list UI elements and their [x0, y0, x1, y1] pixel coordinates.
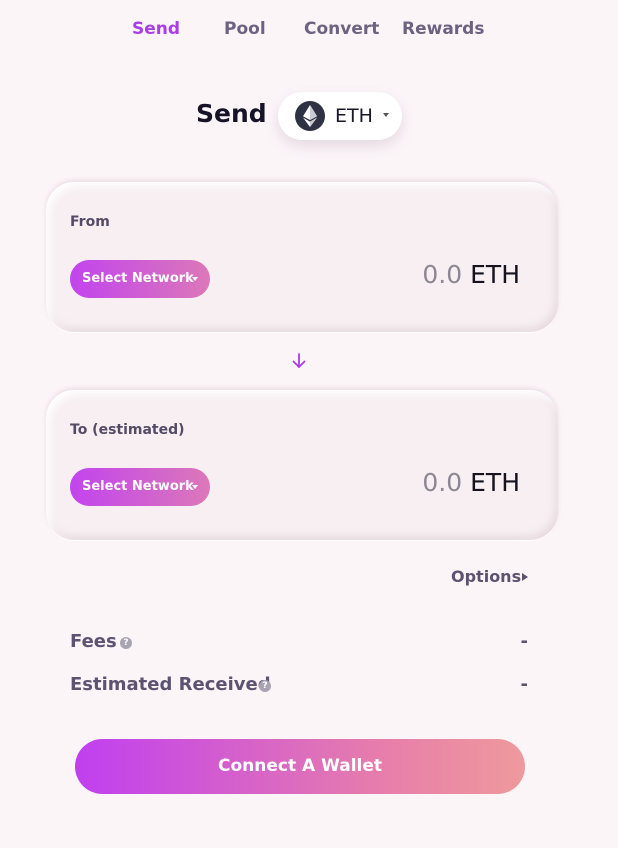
- chevron-down-icon: [192, 277, 198, 281]
- tab-send[interactable]: Send: [132, 19, 180, 39]
- help-icon[interactable]: ?: [120, 637, 132, 649]
- from-amount[interactable]: 0.0 ETH: [422, 260, 520, 289]
- arrow-down-icon[interactable]: [291, 352, 307, 370]
- chevron-right-icon[interactable]: [522, 573, 528, 581]
- select-network-label: Select Network: [82, 271, 194, 286]
- options-toggle[interactable]: Options: [451, 567, 521, 586]
- estimated-received-value: -: [520, 674, 528, 695]
- select-network-label: Select Network: [82, 479, 194, 494]
- from-card: From Select Network 0.0 ETH: [46, 182, 558, 332]
- tab-rewards[interactable]: Rewards: [402, 19, 484, 39]
- tab-pool[interactable]: Pool: [224, 19, 266, 39]
- from-amount-value: 0.0: [422, 260, 463, 289]
- top-nav: Send Pool Convert Rewards: [0, 19, 618, 41]
- fees-value: -: [520, 631, 528, 652]
- from-amount-unit: ETH: [470, 260, 520, 289]
- tab-convert[interactable]: Convert: [304, 19, 379, 39]
- connect-wallet-button[interactable]: Connect A Wallet: [75, 739, 525, 794]
- from-select-network-button[interactable]: Select Network: [70, 260, 210, 298]
- to-amount-unit: ETH: [470, 468, 520, 497]
- help-icon[interactable]: ?: [259, 680, 271, 692]
- to-card: To (estimated) Select Network 0.0 ETH: [46, 390, 558, 540]
- chevron-down-icon: [383, 113, 389, 117]
- from-label: From: [70, 214, 110, 230]
- token-label: ETH: [335, 105, 373, 127]
- ethereum-icon: [295, 101, 325, 131]
- to-amount: 0.0 ETH: [422, 468, 520, 497]
- estimated-received-label: Estimated Received: [70, 674, 271, 695]
- fees-label: Fees: [70, 631, 117, 652]
- token-selector[interactable]: ETH: [278, 92, 402, 140]
- page-title: Send: [196, 99, 267, 128]
- to-amount-value: 0.0: [422, 468, 463, 497]
- chevron-down-icon: [192, 485, 198, 489]
- to-select-network-button[interactable]: Select Network: [70, 468, 210, 506]
- to-label: To (estimated): [70, 422, 185, 438]
